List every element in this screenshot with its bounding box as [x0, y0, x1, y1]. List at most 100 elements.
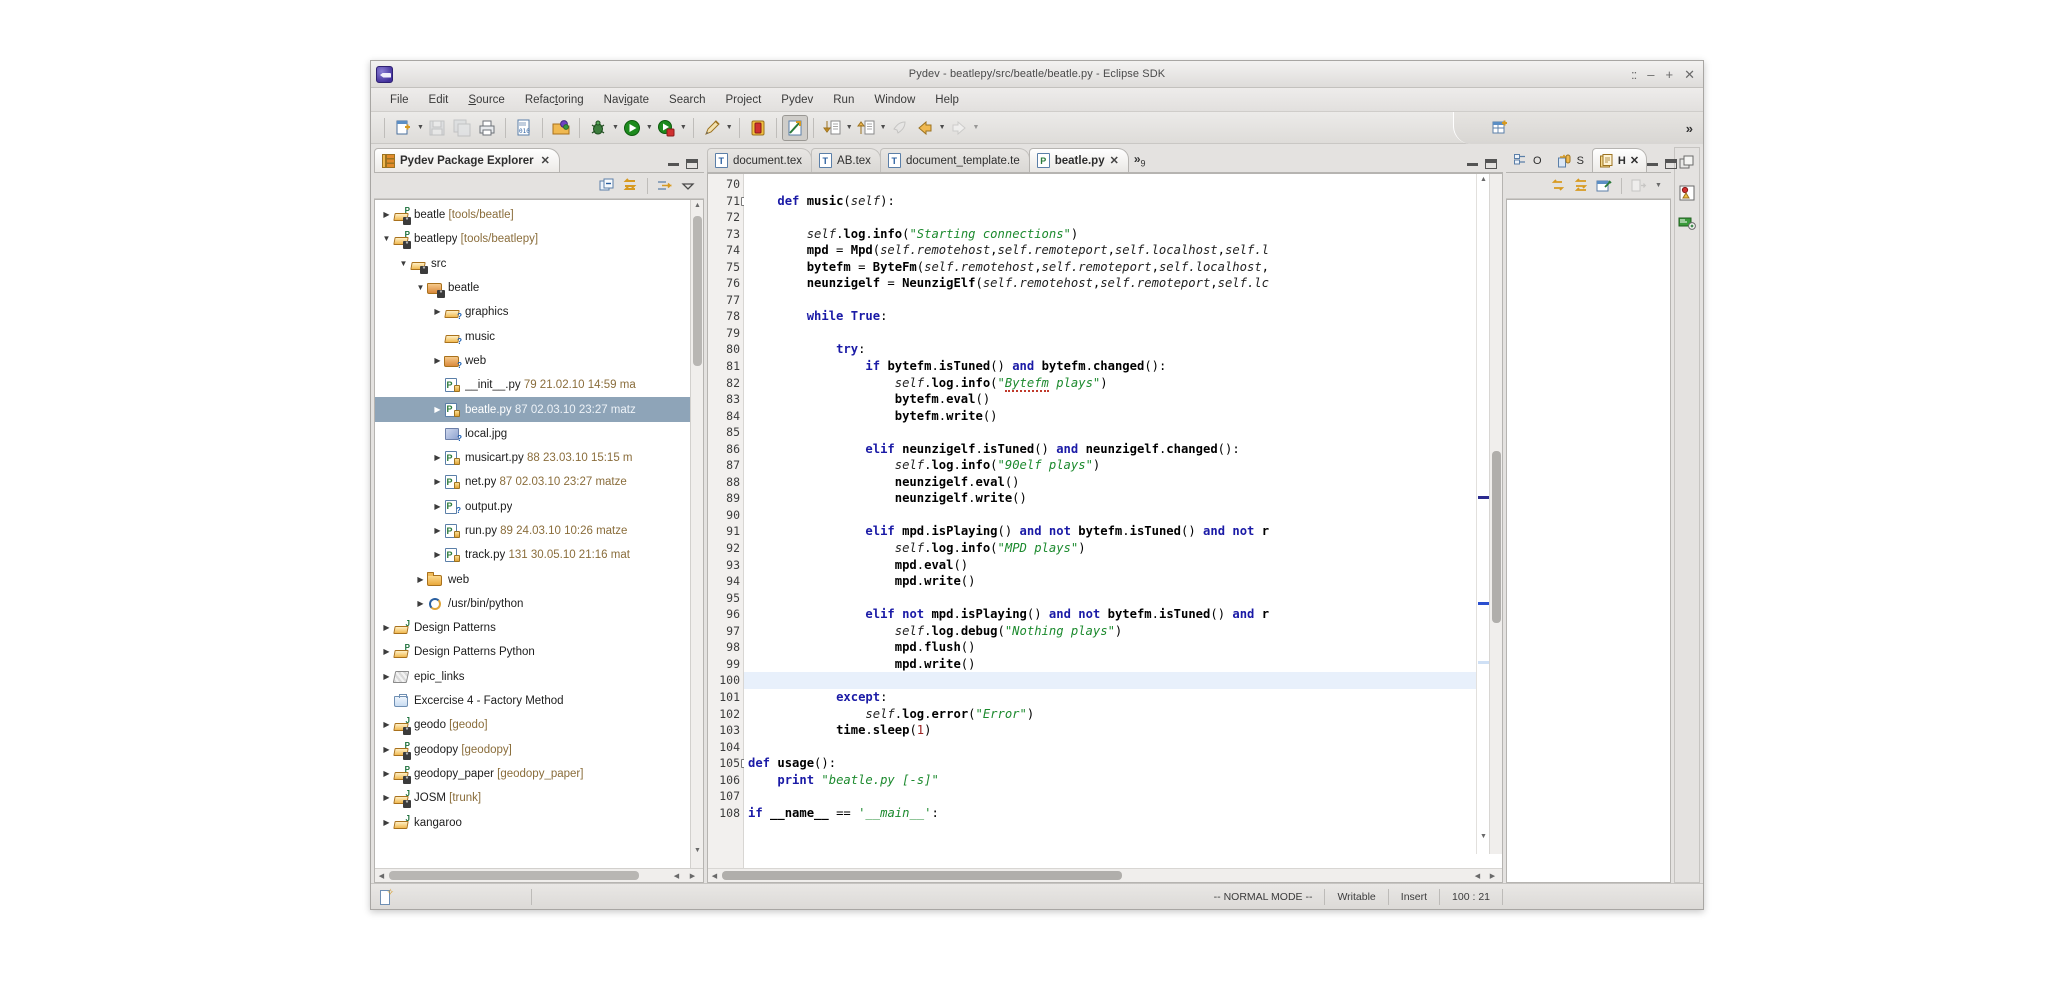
forward-dropdown-icon[interactable]: ▼ [973, 124, 980, 131]
tree-row[interactable]: ▶JDesign Patterns [375, 616, 703, 640]
code-line[interactable]: if bytefm.isTuned() and bytefm.changed()… [744, 358, 1502, 375]
collapse-all-icon[interactable] [597, 176, 617, 196]
minimize-icon[interactable] [1467, 163, 1478, 166]
scroll-left-icon[interactable]: ◀ [375, 872, 388, 880]
menu-window[interactable]: Window [865, 91, 924, 109]
twisty-collapsed-icon[interactable]: ▶ [431, 527, 444, 535]
refresh-icon[interactable] [1548, 176, 1568, 196]
code-line[interactable]: mpd.write() [744, 573, 1502, 590]
menu-project[interactable]: Project [716, 91, 770, 109]
external-tools-dropdown-icon[interactable]: ▼ [680, 124, 687, 131]
menu-source[interactable]: Source [459, 91, 513, 109]
scroll-right-icon[interactable]: ▶ [686, 872, 699, 880]
twisty-collapsed-icon[interactable]: ▶ [380, 746, 393, 754]
tab-outline[interactable]: O [1506, 148, 1550, 172]
tree-row[interactable]: ▶/usr/bin/python [375, 592, 703, 616]
tree-horizontal-scrollbar[interactable]: ◀ ◀ ▶ [375, 868, 703, 882]
code-line[interactable]: elif mpd.isPlaying() and not bytefm.isTu… [744, 523, 1502, 540]
tree-row[interactable]: ▶Jkangaroo [375, 810, 703, 834]
code-line[interactable] [744, 788, 1502, 805]
tree-row[interactable]: ▼P*beatlepy [tools/beatlepy] [375, 227, 703, 251]
link-editor-icon[interactable] [1571, 176, 1591, 196]
twisty-collapsed-icon[interactable]: ▶ [380, 770, 393, 778]
code-line[interactable] [744, 325, 1502, 342]
tree-row[interactable]: ▶Prun.py 89 24.03.10 10:26 matze [375, 519, 703, 543]
editor-tab-document-template-te[interactable]: Tdocument_template.te [880, 148, 1030, 172]
tree-row[interactable]: ?music [375, 324, 703, 348]
tree-row[interactable]: ▶P*geodopy_paper [geodopy_paper] [375, 762, 703, 786]
twisty-expanded-icon[interactable]: ▼ [380, 235, 393, 243]
save-button[interactable] [425, 116, 449, 140]
twisty-collapsed-icon[interactable]: ▶ [431, 503, 444, 511]
twisty-collapsed-icon[interactable]: ▶ [380, 794, 393, 802]
open-package-button[interactable] [549, 116, 573, 140]
open-perspective-button[interactable] [1488, 116, 1512, 140]
twisty-collapsed-icon[interactable]: ▶ [380, 648, 393, 656]
code-line-current[interactable] [744, 672, 1502, 689]
code-line[interactable]: elif not mpd.isPlaying() and not bytefm.… [744, 606, 1502, 623]
tab-scope[interactable]: S [1550, 148, 1592, 172]
menu-file[interactable]: File [381, 91, 418, 109]
menu-pydev[interactable]: Pydev [772, 91, 822, 109]
chevron-down-icon[interactable] [678, 176, 698, 196]
code-line[interactable]: bytefm.write() [744, 408, 1502, 425]
scroll-up-icon[interactable]: ▲ [691, 202, 704, 209]
scroll-thumb[interactable] [693, 216, 702, 366]
tree-row[interactable]: ▶Ptrack.py 131 30.05.10 21:16 mat [375, 543, 703, 567]
tree-row[interactable]: ?local.jpg [375, 422, 703, 446]
scroll-right-icon[interactable]: ▶ [1486, 872, 1499, 880]
code-line[interactable]: mpd.flush() [744, 639, 1502, 656]
tree-row[interactable]: ▶web [375, 567, 703, 591]
minimize-button[interactable]: – [1647, 68, 1654, 81]
code-line[interactable] [744, 590, 1502, 607]
maximize-icon[interactable] [1485, 159, 1497, 169]
twisty-collapsed-icon[interactable]: ▶ [431, 357, 444, 365]
twisty-collapsed-icon[interactable]: ▶ [431, 308, 444, 316]
pencil-button[interactable] [700, 116, 724, 140]
tree-row[interactable]: ▶P*geodopy [geodopy] [375, 738, 703, 762]
editor-tab-document-tex[interactable]: Tdocument.tex [707, 148, 812, 172]
code-line[interactable]: self.log.info("MPD plays") [744, 540, 1502, 557]
twisty-collapsed-icon[interactable]: ▶ [431, 478, 444, 486]
pin-icon[interactable] [1594, 176, 1614, 196]
debug-dropdown-icon[interactable]: ▼ [612, 124, 619, 131]
tree-row-selected[interactable]: ▶Pbeatle.py 87 02.03.10 23:27 matz [375, 397, 703, 421]
code-line[interactable]: while True: [744, 308, 1502, 325]
code-line[interactable] [744, 507, 1502, 524]
terminate-button[interactable] [746, 116, 770, 140]
twisty-expanded-icon[interactable]: ▼ [397, 260, 410, 268]
scroll-left-icon[interactable]: ◀ [708, 872, 721, 880]
code-line[interactable]: except: [744, 689, 1502, 706]
code-line[interactable] [744, 209, 1502, 226]
code-editor[interactable]: 7071727374757677787980818283848586878889… [707, 173, 1503, 883]
tree-row[interactable]: ▶P*beatle [tools/beatle] [375, 203, 703, 227]
code-line[interactable]: mpd.eval() [744, 557, 1502, 574]
editor-vertical-scrollbar[interactable] [1489, 174, 1502, 854]
twisty-collapsed-icon[interactable]: ▶ [431, 406, 444, 414]
previous-annotation-button[interactable] [854, 116, 878, 140]
problems-icon[interactable] [1678, 184, 1696, 202]
tree-row[interactable]: ▶epic_links [375, 665, 703, 689]
project-tree[interactable]: ▶P*beatle [tools/beatle]▼P*beatlepy [too… [375, 200, 703, 868]
twisty-collapsed-icon[interactable]: ▶ [380, 721, 393, 729]
code-line[interactable]: bytefm.eval() [744, 391, 1502, 408]
code-line[interactable] [744, 292, 1502, 309]
menu-run[interactable]: Run [824, 91, 863, 109]
code-line[interactable]: neunzigelf.write() [744, 490, 1502, 507]
code-line[interactable]: self.log.debug("Nothing plays") [744, 623, 1502, 640]
close-button[interactable]: ✕ [1684, 68, 1695, 81]
menu-help[interactable]: Help [926, 91, 968, 109]
tab-pydev-package-explorer[interactable]: Pydev Package Explorer ✕ [374, 148, 560, 172]
code-line[interactable]: print "beatle.py [-s]" [744, 772, 1502, 789]
chevron-down-icon[interactable]: ▼ [1652, 182, 1665, 189]
menu-refactoring[interactable]: Refactoring [516, 91, 593, 109]
print-button[interactable] [475, 116, 499, 140]
code-line[interactable]: bytefm = ByteFm(self.remotehost,self.rem… [744, 259, 1502, 276]
tree-row[interactable]: ▼*beatle [375, 276, 703, 300]
back-button[interactable] [913, 116, 937, 140]
external-tools-button[interactable] [654, 116, 678, 140]
new-wizard-dropdown-icon[interactable]: ▼ [417, 124, 424, 131]
menu-search[interactable]: Search [660, 91, 714, 109]
binary-file-button[interactable]: 010 [512, 116, 536, 140]
twisty-collapsed-icon[interactable]: ▶ [431, 551, 444, 559]
